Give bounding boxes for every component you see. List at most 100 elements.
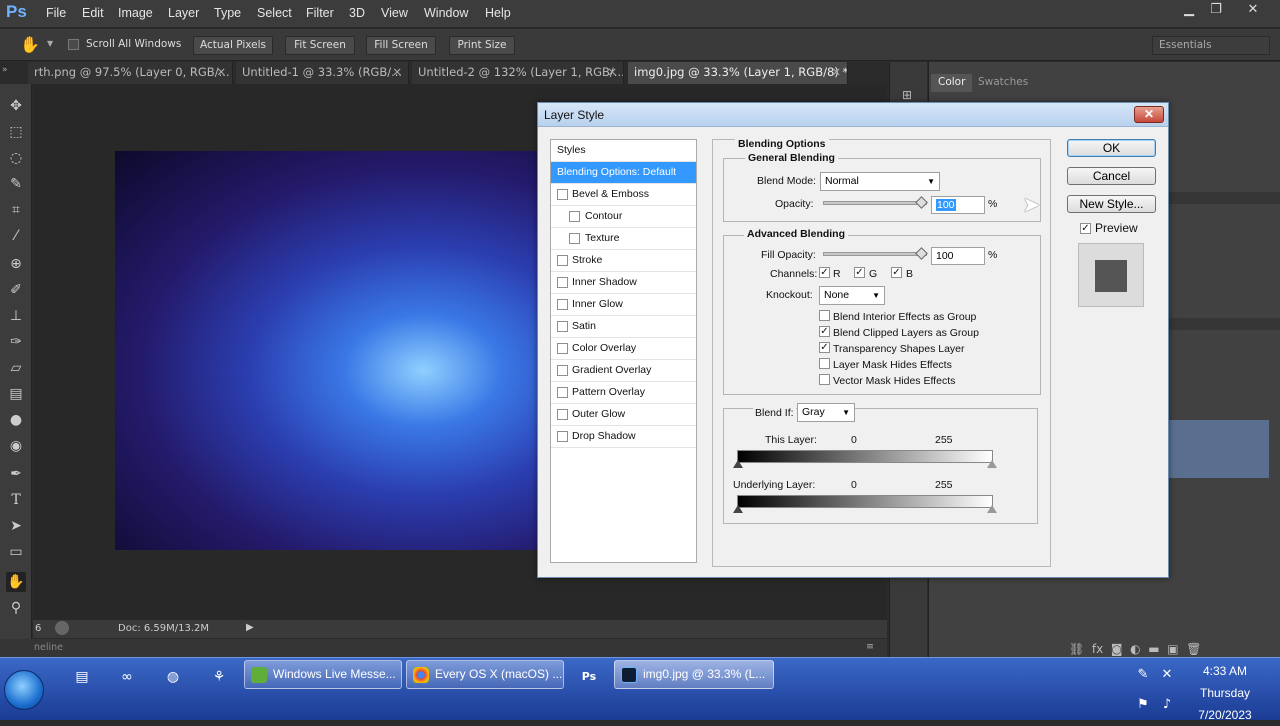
style-pattern-overlay[interactable]: Pattern Overlay xyxy=(551,382,696,404)
move-tool-icon[interactable]: ✥ xyxy=(6,96,26,116)
this-layer-gradient[interactable] xyxy=(737,450,993,463)
path-select-tool-icon[interactable]: ➤ xyxy=(6,516,26,536)
menu-image[interactable]: Image xyxy=(118,6,153,20)
delete-layer-icon[interactable]: 🗑 xyxy=(1186,642,1201,656)
menu-select[interactable]: Select xyxy=(257,6,292,20)
outer-glow-checkbox[interactable] xyxy=(557,409,568,420)
close-app-button[interactable]: ✕ xyxy=(1242,2,1264,20)
layer-mask-hides-checkbox[interactable] xyxy=(819,358,830,369)
blur-tool-icon[interactable]: ● xyxy=(6,410,26,430)
this-layer-black-slider[interactable] xyxy=(733,460,743,468)
texture-checkbox[interactable] xyxy=(569,233,580,244)
hand-tool-icon[interactable]: ✋ xyxy=(20,35,40,54)
contour-checkbox[interactable] xyxy=(569,211,580,222)
document-image[interactable] xyxy=(115,151,555,550)
task-windows-live-messenger[interactable]: Windows Live Messe... xyxy=(244,660,402,689)
minimize-button[interactable]: ▁ xyxy=(1178,2,1200,20)
maximize-button[interactable]: ❐ xyxy=(1205,2,1227,20)
inner-glow-checkbox[interactable] xyxy=(557,299,568,310)
stamp-tool-icon[interactable]: ⊥ xyxy=(6,306,26,326)
style-gradient-overlay[interactable]: Gradient Overlay xyxy=(551,360,696,382)
blend-interior-checkbox[interactable] xyxy=(819,310,830,321)
dodge-tool-icon[interactable]: ◉ xyxy=(6,436,26,456)
style-texture[interactable]: Texture xyxy=(551,228,696,250)
knockout-select[interactable]: None xyxy=(819,286,885,305)
ok-button[interactable]: OK xyxy=(1067,139,1156,157)
menu-edit[interactable]: Edit xyxy=(82,6,104,20)
underlying-white-slider[interactable] xyxy=(987,505,997,513)
channel-b-checkbox[interactable]: ✓ xyxy=(891,267,902,278)
app-icon[interactable]: ⚘ xyxy=(208,666,230,688)
eraser-tool-icon[interactable]: ▱ xyxy=(6,358,26,378)
channel-g-checkbox[interactable]: ✓ xyxy=(854,267,865,278)
adjustment-layer-icon[interactable]: ◐ xyxy=(1130,642,1140,656)
shape-tool-icon[interactable]: ▭ xyxy=(6,542,26,562)
close-tab-icon[interactable]: ✕ xyxy=(392,62,402,83)
style-contour[interactable]: Contour xyxy=(551,206,696,228)
history-panel-icon[interactable]: ⊞ xyxy=(902,88,912,102)
firefox-icon[interactable]: ◍ xyxy=(162,666,184,688)
close-tab-icon[interactable]: ✕ xyxy=(831,62,841,83)
blend-mode-select[interactable]: Normal xyxy=(820,172,940,191)
style-stroke[interactable]: Stroke xyxy=(551,250,696,272)
workspace-dropdown[interactable]: Essentials xyxy=(1152,36,1270,55)
crop-tool-icon[interactable]: ⌗ xyxy=(6,200,26,220)
timeline-label[interactable]: neline xyxy=(34,642,63,653)
underlying-black-slider[interactable] xyxy=(733,505,743,513)
eyedropper-tool-icon[interactable]: ⁄ xyxy=(6,226,26,246)
styles-header[interactable]: Styles xyxy=(551,140,696,162)
quick-select-tool-icon[interactable]: ✎ xyxy=(6,174,26,194)
vector-mask-hides-checkbox[interactable] xyxy=(819,374,830,385)
drop-shadow-checkbox[interactable] xyxy=(557,431,568,442)
explorer-icon[interactable]: ▤ xyxy=(71,666,93,688)
menu-type[interactable]: Type xyxy=(214,6,241,20)
style-bevel-emboss[interactable]: Bevel & Emboss xyxy=(551,184,696,206)
blend-if-select[interactable]: Gray xyxy=(797,403,855,422)
link-layers-icon[interactable]: ⛓ xyxy=(1069,642,1084,656)
bevel-emboss-checkbox[interactable] xyxy=(557,189,568,200)
dialog-titlebar[interactable]: Layer Style ✕ xyxy=(538,103,1168,127)
lasso-tool-icon[interactable]: ◌ xyxy=(6,148,26,168)
pattern-overlay-checkbox[interactable] xyxy=(557,387,568,398)
opacity-slider[interactable] xyxy=(823,201,927,205)
stroke-checkbox[interactable] xyxy=(557,255,568,266)
menu-3d[interactable]: 3D xyxy=(349,6,365,20)
channel-r-checkbox[interactable]: ✓ xyxy=(819,267,830,278)
tray-pen-icon[interactable]: ✎ xyxy=(1132,664,1154,686)
tab-color[interactable]: Color xyxy=(931,74,973,92)
fill-opacity-input[interactable]: 100 xyxy=(931,247,985,265)
close-tab-icon[interactable]: ✕ xyxy=(607,62,617,83)
menu-help[interactable]: Help xyxy=(485,6,511,20)
hand-tool-icon[interactable]: ✋ xyxy=(6,572,26,592)
tool-preset-chevron-icon[interactable]: ▼ xyxy=(47,39,53,48)
fit-screen-button[interactable]: Fit Screen xyxy=(285,36,355,55)
color-overlay-checkbox[interactable] xyxy=(557,343,568,354)
task-chrome[interactable]: Every OS X (macOS) ... xyxy=(406,660,564,689)
history-brush-tool-icon[interactable]: ✑ xyxy=(6,332,26,352)
style-inner-glow[interactable]: Inner Glow xyxy=(551,294,696,316)
add-mask-icon[interactable]: ◙ xyxy=(1111,642,1123,656)
underlying-layer-gradient[interactable] xyxy=(737,495,993,508)
menu-view[interactable]: View xyxy=(381,6,408,20)
satin-checkbox[interactable] xyxy=(557,321,568,332)
tab-img0-jpg[interactable]: img0.jpg @ 33.3% (Layer 1, RGB/8) * ✕ xyxy=(628,62,848,84)
style-satin[interactable]: Satin xyxy=(551,316,696,338)
transparency-shapes-checkbox[interactable]: ✓ xyxy=(819,342,830,353)
zoom-level[interactable]: 6 xyxy=(35,623,41,634)
style-color-overlay[interactable]: Color Overlay xyxy=(551,338,696,360)
new-style-button[interactable]: New Style... xyxy=(1067,195,1156,213)
scroll-all-checkbox[interactable] xyxy=(68,39,79,50)
dialog-close-button[interactable]: ✕ xyxy=(1134,106,1164,123)
actual-pixels-button[interactable]: Actual Pixels xyxy=(193,36,273,55)
style-outer-glow[interactable]: Outer Glow xyxy=(551,404,696,426)
this-layer-white-slider[interactable] xyxy=(987,460,997,468)
style-blending-options[interactable]: Blending Options: Default xyxy=(551,162,696,184)
menu-filter[interactable]: Filter xyxy=(306,6,334,20)
cancel-button[interactable]: Cancel xyxy=(1067,167,1156,185)
style-drop-shadow[interactable]: Drop Shadow xyxy=(551,426,696,448)
tab-scroll-icon[interactable]: » xyxy=(2,65,8,75)
close-tab-icon[interactable]: ✕ xyxy=(216,62,226,83)
style-inner-shadow[interactable]: Inner Shadow xyxy=(551,272,696,294)
tray-flag-icon[interactable]: ⚑ xyxy=(1132,694,1154,716)
new-group-icon[interactable]: ▬ xyxy=(1148,642,1159,656)
